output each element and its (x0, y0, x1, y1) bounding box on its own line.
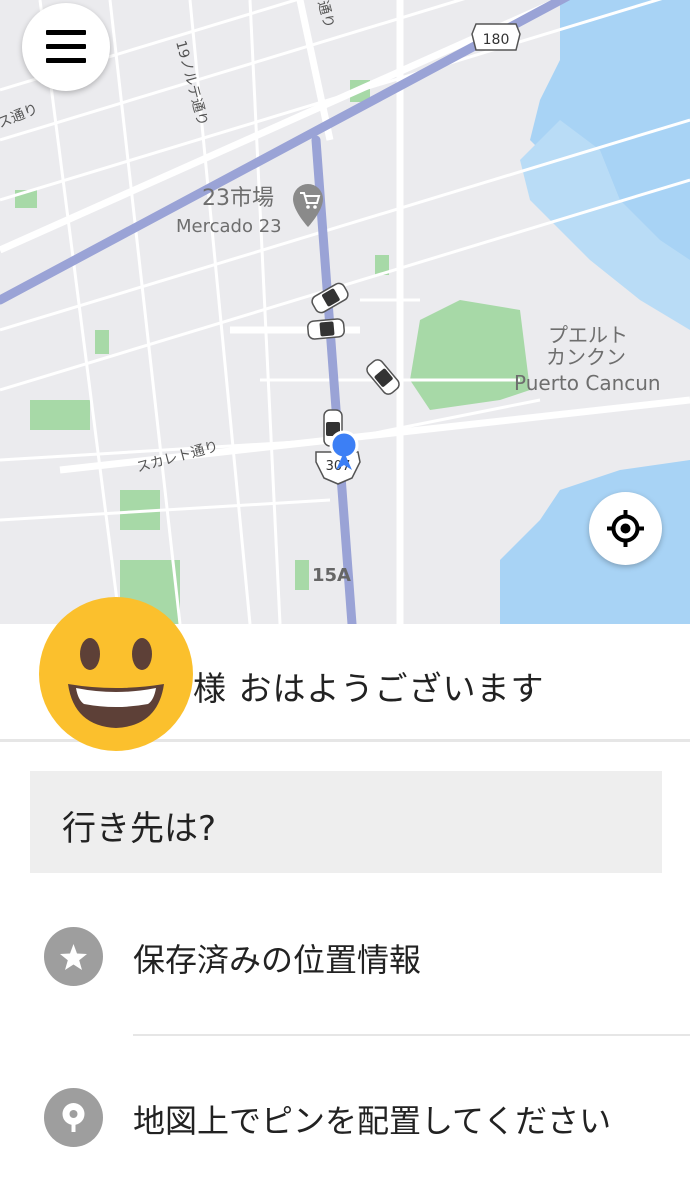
place-label-ja-2: カンクン (546, 345, 626, 369)
place-label-ja-1: プエルト (548, 323, 628, 347)
car-icon (307, 318, 345, 340)
route-shield-label: 180 (483, 32, 510, 48)
star-icon (44, 927, 103, 986)
map-canvas: 180 307 23市場 Mercado 23 プエルト カンクン Puerto… (0, 0, 690, 624)
destination-search-label: 行き先は? (62, 809, 217, 849)
hamburger-menu-icon-line (46, 44, 86, 49)
park-block (30, 400, 90, 430)
hamburger-menu-icon-line (46, 58, 86, 63)
locate-me-button[interactable] (589, 492, 662, 565)
street-label: 19ノルテ通り (172, 39, 210, 128)
exit-label: 15A (312, 565, 351, 586)
greeting-text: 様 おはようございます (193, 669, 545, 708)
market-label-ja: 23市場 (202, 186, 274, 211)
menu-button[interactable] (22, 3, 110, 91)
street-label: 通り (314, 0, 337, 30)
street-label: スカレト通り (135, 439, 220, 476)
place-label-en: Puerto Cancun (514, 371, 661, 395)
market-label-es: Mercado 23 (176, 216, 282, 237)
park-block (95, 330, 109, 354)
saved-locations-label: 保存済みの位置情報 (133, 941, 422, 979)
car-icon (366, 359, 400, 395)
map-pin-icon (44, 1088, 103, 1147)
saved-locations-item[interactable]: 保存済みの位置情報 (0, 907, 690, 1007)
destination-search-input[interactable]: 行き先は? (30, 771, 662, 873)
route-shield-180: 180 (471, 23, 521, 51)
hamburger-menu-icon (46, 30, 86, 35)
map-view[interactable]: 180 307 23市場 Mercado 23 プエルト カンクン Puerto… (0, 0, 690, 624)
crosshair-icon (607, 510, 644, 547)
street-label: ス通り (0, 101, 40, 132)
place-pin-on-map-label: 地図上でピンを配置してください (133, 1102, 612, 1140)
smiling-face-emoji-icon[interactable] (38, 596, 194, 752)
list-divider (133, 1034, 690, 1036)
place-pin-on-map-item[interactable]: 地図上でピンを配置してください (0, 1068, 690, 1168)
park-block (295, 560, 309, 590)
park-area (410, 300, 530, 410)
